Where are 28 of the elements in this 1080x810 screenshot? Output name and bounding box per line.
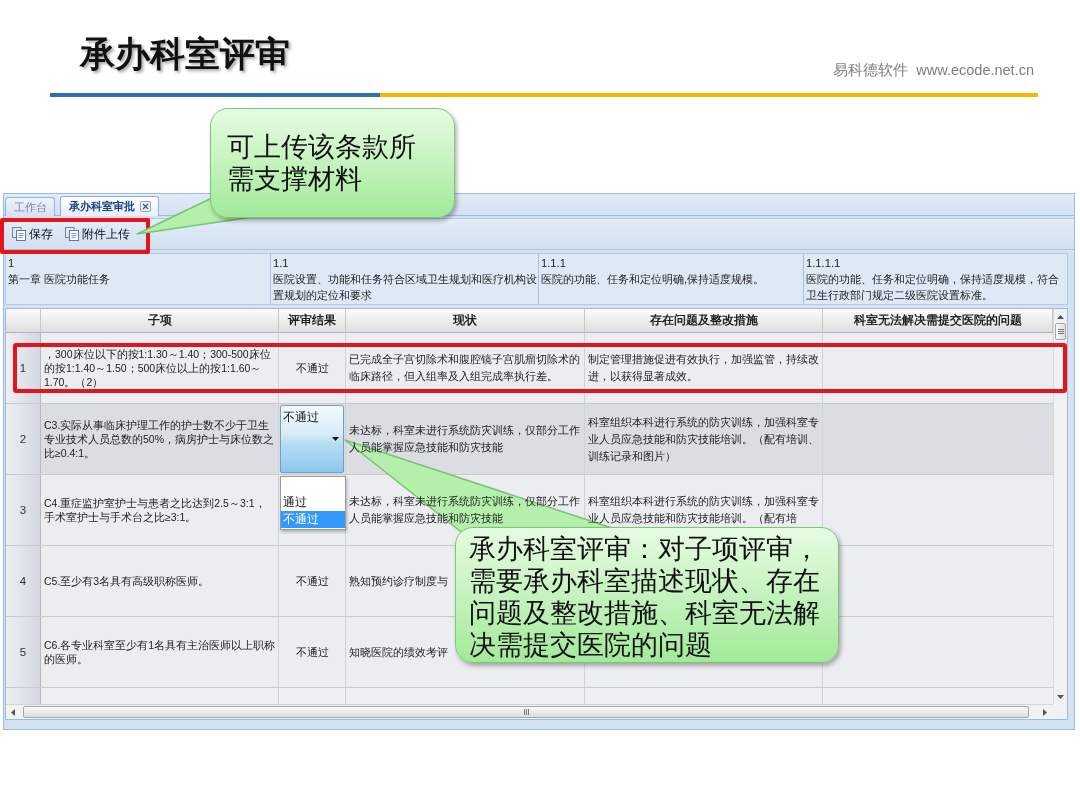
cell-text: 科室组织本科进行系统的防灾训练，加强科室专业人员应急技能和防灾技能培训。（配有培训、训练记录和图片） [588,414,820,464]
cell-text: 未达标，科室未进行系统防灾训练，仅部分工作人员能掌握应急技能和防灾技能 [349,423,581,455]
section-title: 医院设置、功能和任务符合区域卫生规划和医疗机构设置规划的定位和要求 [273,272,537,303]
cell-text: 已完成全子宫切除术和腹腔镜子宫肌瘤切除术的临床路径，但入组率及入组完成率执行差。 [349,352,581,384]
cell-text: ，300床位以下的按1:1.30～1.40；300-500床位的按1:1.40～1.50；500床位以上的按1:1.60～1.70。（2） [44,347,272,389]
cell-text: 制定管理措施促进有效执行，加强监管，持续改进，以获得显著成效。 [588,352,820,384]
row-number: 2 [6,404,41,474]
cell-text: C4.重症监护室护士与患者之比达到2.5～3:1，手术室护士与手术台之比≥3:1。 [44,496,267,524]
callout-text: 可上传该条款所需支撑材料 [227,131,417,195]
cell-text: C6.各专业科室至少有1名具有主治医师以上职称的医师。 [44,638,276,666]
section-title: 医院的功能、任务和定位明确，保持适度规模，符合卫生行政部门规定二级医院设置标准。 [806,272,1060,303]
section-number: 1.1.1 [541,256,567,271]
cell-text: 科室组织本科进行系统的防灾训练，加强科室专业人员应急技能和防灾技能培训。（配有培 [588,494,820,526]
cell-text: C3.实际从事临床护理工作的护士数不少于卫生专业技术人员总数的50%，病房护士与床位数之比≥0.4:1。 [44,418,275,460]
section-title: 第一章 医院功能任务 [8,272,112,287]
slide-title: 承办科室评审 [80,33,290,75]
section-number: 1.1 [273,256,290,271]
cell-text: 不通过 [296,573,329,589]
cell-text: C5.至少有3名具有高级职称医师。 [44,574,210,588]
cell-text: 熟知预约诊疗制度与 [349,573,448,589]
brand-name: 易科德软件 [833,62,909,79]
section-number: 1.1.1.1 [806,256,842,271]
website-text: www.ecode.net.cn [916,62,1034,79]
section-number: 1 [8,256,16,271]
cell-text: 不通过 [296,644,329,660]
cell-text: 知晓医院的绩效考评 [349,644,448,660]
section-title: 医院的功能、任务和定位明确,保持适度规模。 [541,272,766,287]
cell-text: 不通过 [296,360,329,376]
